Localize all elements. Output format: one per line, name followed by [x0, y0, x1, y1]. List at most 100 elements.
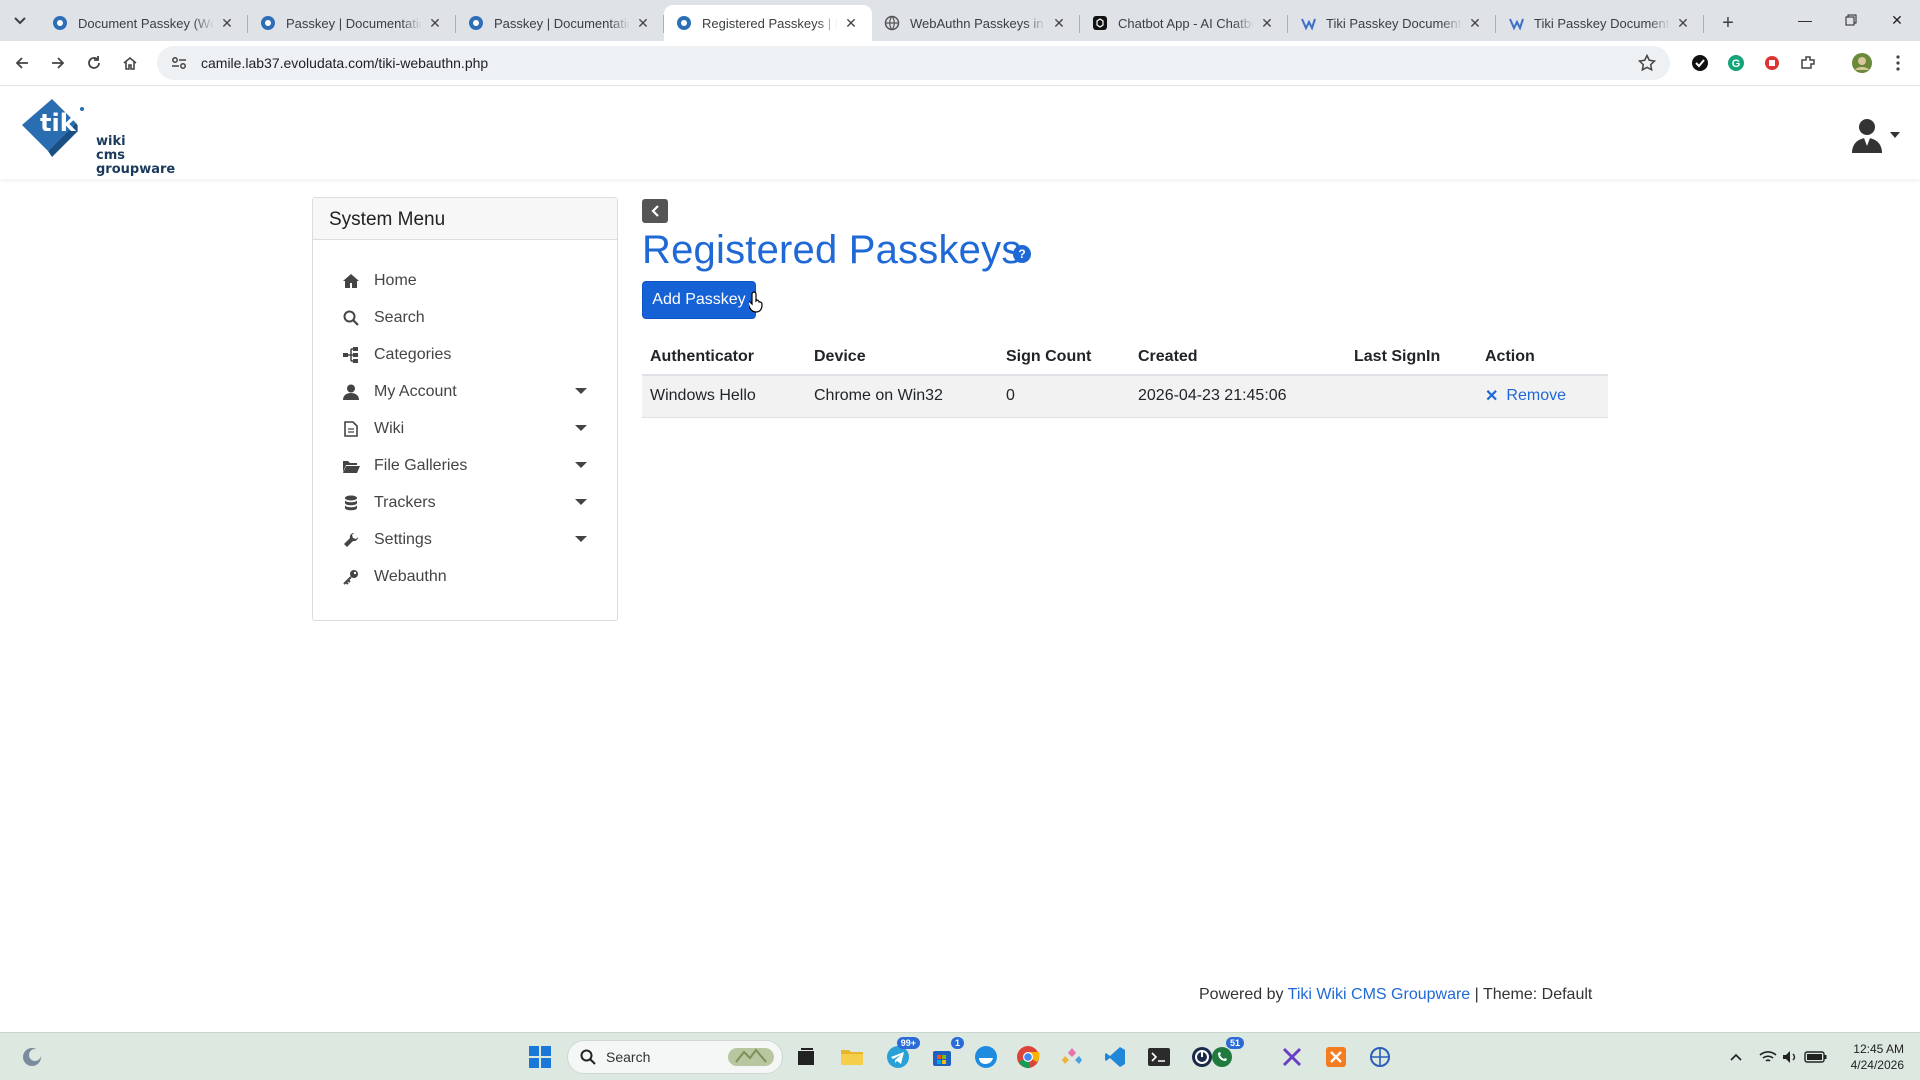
- bookmark-star-icon[interactable]: [1637, 53, 1657, 75]
- sidebar-item-settings[interactable]: Settings: [313, 521, 617, 558]
- tab-close-icon[interactable]: ✕: [842, 14, 860, 32]
- tab-close-icon[interactable]: ✕: [1050, 14, 1068, 32]
- browser-tab[interactable]: WebAuthn Passkeys in Tiki ✕: [872, 5, 1080, 41]
- windows-start-icon[interactable]: [524, 1041, 556, 1073]
- user-menu-button[interactable]: [1850, 115, 1902, 155]
- home-browser-icon[interactable]: [112, 45, 148, 81]
- tiki-logo[interactable]: tiki wiki cms groupware: [18, 95, 175, 177]
- back-arrow-icon[interactable]: [4, 45, 40, 81]
- caret-down-icon[interactable]: [575, 499, 587, 505]
- folder-open-icon: [341, 457, 361, 475]
- task-view-icon[interactable]: [790, 1041, 822, 1073]
- grammarly-icon[interactable]: G: [1722, 49, 1750, 77]
- column-header: Last SignIn: [1346, 339, 1477, 376]
- file-explorer-icon[interactable]: [836, 1041, 868, 1073]
- last-signin-cell: [1346, 375, 1477, 418]
- extension-badge-icon[interactable]: [1758, 49, 1786, 77]
- extensions-puzzle-icon[interactable]: [1794, 49, 1822, 77]
- browser-tab[interactable]: Tiki Passkey Documentation ✕: [1496, 5, 1704, 41]
- search-icon: [341, 309, 361, 327]
- table-row: Windows Hello Chrome on Win32 0 2026-04-…: [642, 375, 1608, 418]
- browser-tab[interactable]: Document Passkey (WebAuthn) ✕: [40, 5, 248, 41]
- help-icon[interactable]: ?: [1013, 245, 1031, 263]
- xampp-icon[interactable]: [1320, 1041, 1352, 1073]
- sidebar-item-categories[interactable]: Categories: [313, 336, 617, 373]
- tab-close-icon[interactable]: ✕: [1466, 14, 1484, 32]
- docker-icon[interactable]: [970, 1041, 1002, 1073]
- tab-close-icon[interactable]: ✕: [634, 14, 652, 32]
- whatsapp-icon[interactable]: 51: [1206, 1037, 1244, 1073]
- site-info-icon[interactable]: [171, 56, 189, 70]
- table-header-row: Authenticator Device Sign Count Created …: [642, 339, 1608, 376]
- tab-search-chevron-icon[interactable]: [0, 0, 40, 41]
- address-bar[interactable]: camile.lab37.evoludata.com/tiki-webauthn…: [157, 46, 1670, 80]
- forward-arrow-icon[interactable]: [40, 45, 76, 81]
- windows-taskbar: Search 99+ 1 51 12:45 AM 4/24/2026: [0, 1032, 1920, 1080]
- caret-down-icon[interactable]: [575, 425, 587, 431]
- browser-tab[interactable]: Tiki Passkey Documentation ✕: [1288, 5, 1496, 41]
- caret-down-icon[interactable]: [575, 462, 587, 468]
- notification-badge: 99+: [896, 1037, 920, 1049]
- network-app-icon[interactable]: [1364, 1041, 1396, 1073]
- close-window-icon[interactable]: ✕: [1874, 0, 1920, 40]
- tiki-wiki-link[interactable]: Tiki Wiki CMS Groupware: [1288, 986, 1471, 1003]
- sidebar-item-wiki[interactable]: Wiki: [313, 410, 617, 447]
- taskbar-clock[interactable]: 12:45 AM 4/24/2026: [1851, 1041, 1904, 1073]
- tab-close-icon[interactable]: ✕: [1674, 14, 1692, 32]
- browser-tab[interactable]: Passkey | Documentation ✕: [248, 5, 456, 41]
- caret-down-icon[interactable]: [575, 388, 587, 394]
- tiki-favicon-icon: [260, 15, 276, 31]
- tab-title: WebAuthn Passkeys in Tiki: [910, 15, 1046, 31]
- sidebar-item-home[interactable]: Home: [313, 262, 617, 299]
- add-passkey-button[interactable]: Add Passkey: [642, 281, 756, 319]
- notification-badge: 1: [950, 1037, 964, 1049]
- browser-tab[interactable]: Chatbot App - AI Chatbot ✕: [1080, 5, 1288, 41]
- tab-close-icon[interactable]: ✕: [426, 14, 444, 32]
- sidebar-item-search[interactable]: Search: [313, 299, 617, 336]
- terminal-icon[interactable]: [1143, 1041, 1175, 1073]
- sidebar-item-file-galleries[interactable]: File Galleries: [313, 447, 617, 484]
- tiki-doc-favicon-icon: [1508, 15, 1524, 31]
- tray-chevron-up-icon[interactable]: [1720, 1041, 1752, 1073]
- extension-shield-icon[interactable]: [1686, 49, 1714, 77]
- chrome-icon[interactable]: [1012, 1041, 1044, 1073]
- tab-close-icon[interactable]: ✕: [218, 14, 236, 32]
- browser-tab-active[interactable]: Registered Passkeys | My ✕: [664, 5, 872, 41]
- browser-toolbar: camile.lab37.evoludata.com/tiki-webauthn…: [0, 41, 1920, 86]
- caret-down-icon[interactable]: [575, 536, 587, 542]
- tab-title: Registered Passkeys | My: [702, 15, 838, 31]
- tab-close-icon[interactable]: ✕: [1258, 14, 1276, 32]
- battery-icon[interactable]: [1800, 1041, 1832, 1073]
- search-icon: [580, 1049, 596, 1065]
- svg-text:G: G: [1732, 58, 1741, 70]
- browser-tab-strip: Document Passkey (WebAuthn) ✕ Passkey | …: [0, 0, 1920, 41]
- widgets-icon[interactable]: [16, 1041, 48, 1073]
- snipping-tool-icon[interactable]: [1276, 1041, 1308, 1073]
- reload-icon[interactable]: [76, 45, 112, 81]
- browser-menu-icon[interactable]: [1884, 49, 1912, 77]
- user-icon: [341, 383, 361, 401]
- column-header: Action: [1477, 339, 1608, 376]
- sidebar-item-label: Home: [374, 271, 417, 289]
- authenticator-cell: Windows Hello: [642, 375, 806, 418]
- profile-avatar-icon[interactable]: [1848, 49, 1876, 77]
- notification-badge: 51: [1225, 1037, 1244, 1049]
- vscode-icon[interactable]: [1099, 1041, 1131, 1073]
- microsoft-store-icon[interactable]: 1: [926, 1037, 964, 1073]
- toggle-sidebar-button[interactable]: [642, 199, 668, 223]
- ai-app-icon[interactable]: [1056, 1041, 1088, 1073]
- sidebar-item-trackers[interactable]: Trackers: [313, 484, 617, 521]
- telegram-icon[interactable]: 99+: [882, 1037, 920, 1073]
- minimize-icon[interactable]: —: [1782, 0, 1828, 40]
- remove-passkey-link[interactable]: ✕ Remove: [1485, 386, 1566, 406]
- column-header: Created: [1130, 339, 1346, 376]
- sidebar-item-my-account[interactable]: My Account: [313, 373, 617, 410]
- sidebar-item-webauthn[interactable]: Webauthn: [313, 558, 617, 595]
- new-tab-plus-icon[interactable]: +: [1710, 5, 1746, 41]
- restore-icon[interactable]: [1828, 0, 1874, 40]
- sidebar-item-label: File Galleries: [374, 456, 468, 474]
- browser-tab[interactable]: Passkey | Documentation ✕: [456, 5, 664, 41]
- taskbar-search-box[interactable]: Search: [567, 1040, 783, 1074]
- sidebar-item-label: Settings: [374, 530, 432, 548]
- tiki-favicon-icon: [468, 15, 484, 31]
